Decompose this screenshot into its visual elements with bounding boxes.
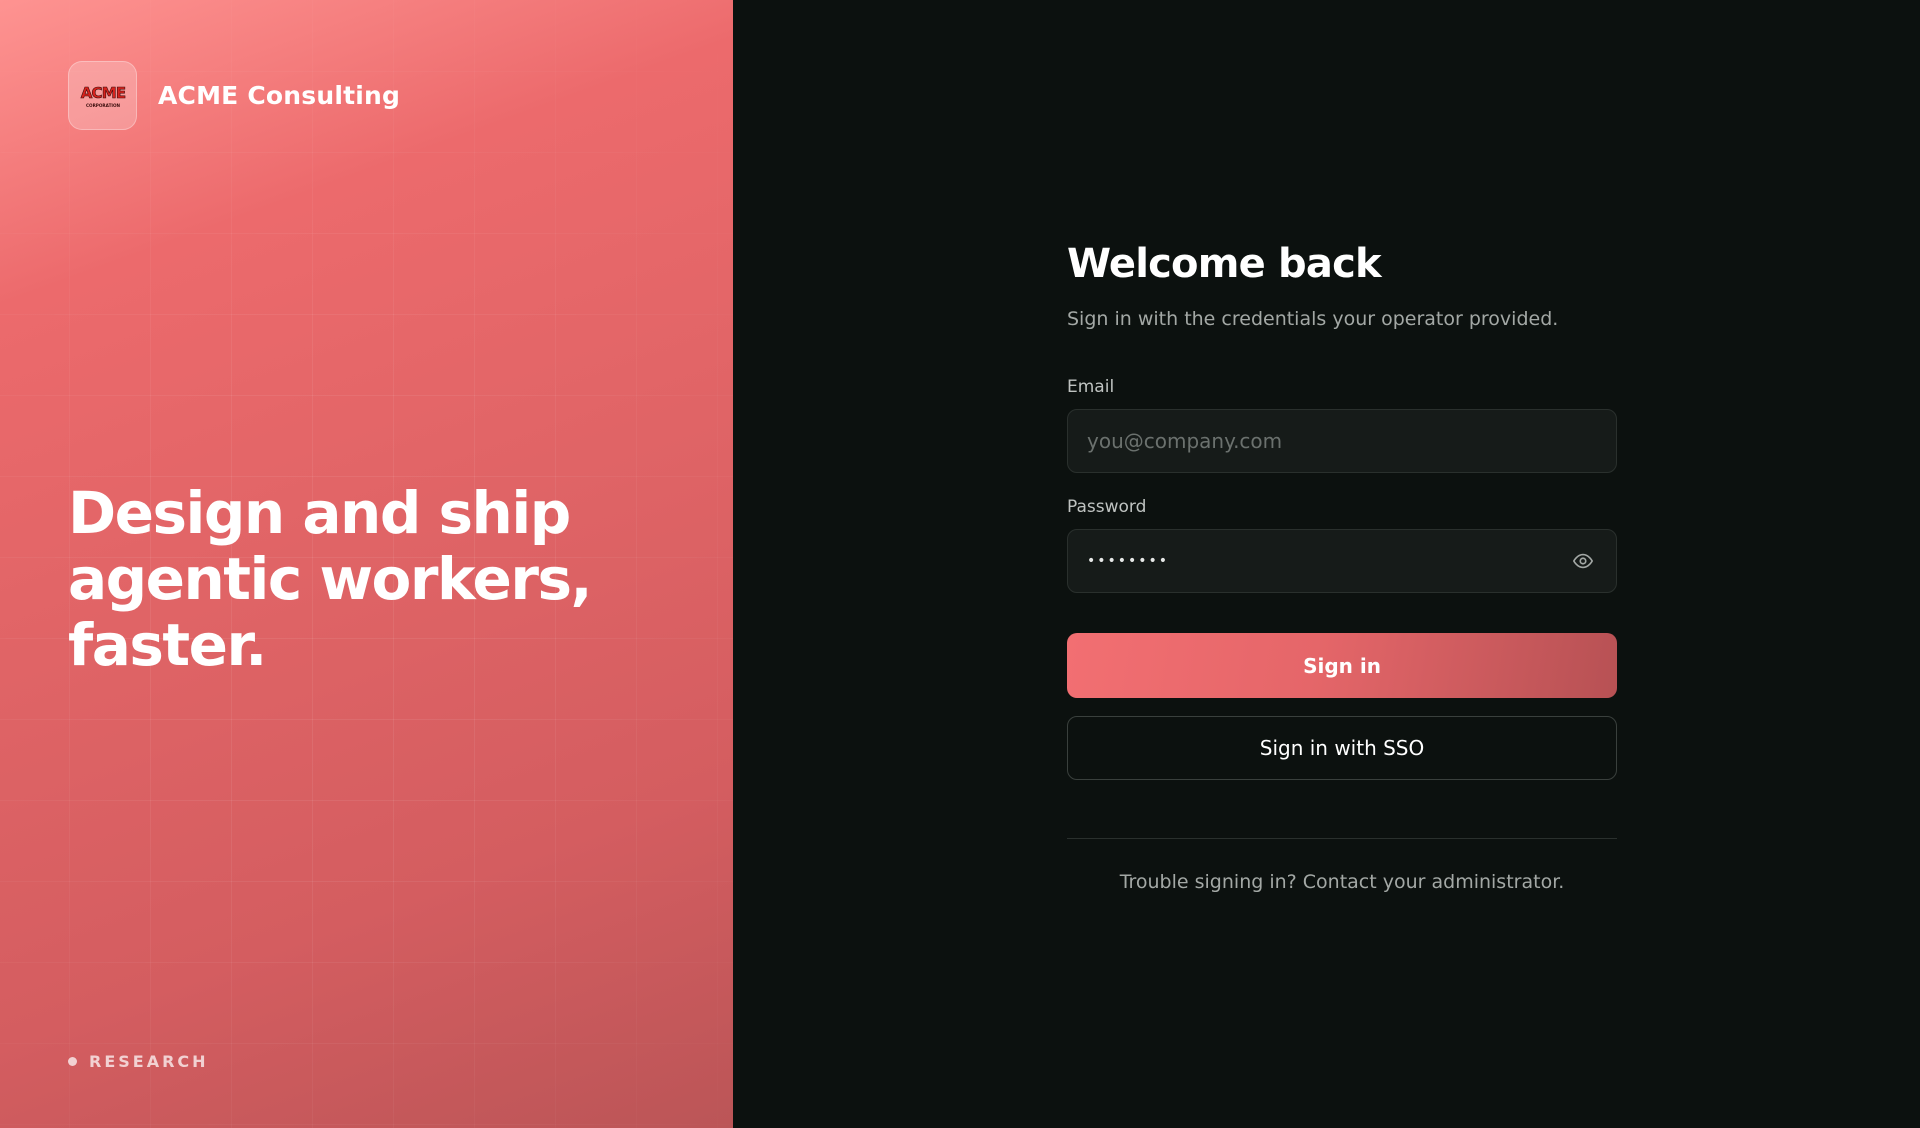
password-field[interactable]: [1068, 530, 1616, 592]
status-dot-icon: [68, 1057, 77, 1066]
sso-sign-in-button[interactable]: Sign in with SSO: [1067, 716, 1617, 780]
logo-wordmark: ACME: [80, 84, 125, 102]
brand-header: ACME CORPORATION ACME Consulting: [68, 61, 400, 130]
logo-subtext: CORPORATION: [85, 103, 120, 108]
page-title: Welcome back: [1067, 241, 1382, 287]
signin-form: Welcome back Sign in with the credential…: [1067, 240, 1617, 893]
help-text: Trouble signing in? Contact your adminis…: [1119, 871, 1565, 893]
research-tag-label: RESEARCH: [89, 1052, 209, 1071]
password-field-wrapper: [1067, 529, 1617, 593]
brand-name: ACME Consulting: [158, 81, 401, 110]
eye-icon: [1573, 553, 1593, 569]
page-subtitle: Sign in with the credentials your operat…: [1067, 308, 1559, 330]
show-password-toggle[interactable]: [1572, 550, 1594, 572]
divider: [1067, 838, 1617, 839]
company-logo: ACME CORPORATION: [68, 61, 137, 130]
research-tag: RESEARCH: [68, 1052, 209, 1071]
sign-in-button[interactable]: Sign in: [1067, 633, 1617, 698]
email-label: Email: [1067, 377, 1115, 397]
password-label: Password: [1067, 497, 1147, 517]
email-field[interactable]: [1068, 410, 1616, 472]
hero-headline: Design and ship agentic workers, faster.: [68, 479, 593, 679]
acme-logo-icon: ACME CORPORATION: [80, 83, 126, 108]
signin-panel: Welcome back Sign in with the credential…: [733, 0, 1920, 1128]
brand-panel: ACME CORPORATION ACME Consulting Design …: [0, 0, 733, 1128]
email-field-wrapper: [1067, 409, 1617, 473]
